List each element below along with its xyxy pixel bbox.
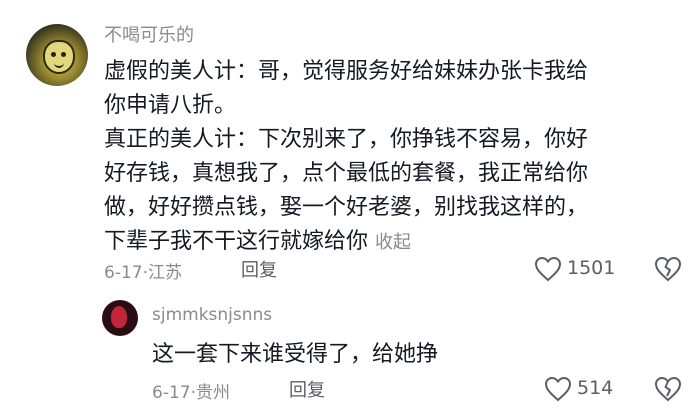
comment-username[interactable]: 不喝可乐的 bbox=[104, 21, 194, 47]
broken-heart-icon bbox=[654, 256, 682, 282]
comment-line: 做，好好攒点钱，娶一个好老婆，别找我这样的， bbox=[104, 195, 589, 220]
comment-line: 虚假的美人计：哥，觉得服务好给妹妹办张卡我给 bbox=[104, 59, 589, 84]
avatar-shape bbox=[111, 306, 127, 328]
heart-icon bbox=[544, 376, 572, 402]
dislike-button[interactable] bbox=[654, 376, 682, 402]
dislike-button[interactable] bbox=[654, 256, 682, 282]
comment-text: 虚假的美人计：哥，觉得服务好给妹妹办张卡我给 你申请八折。 真正的美人计：下次别… bbox=[104, 55, 684, 260]
comment-location: 贵州 bbox=[196, 383, 230, 403]
avatar[interactable] bbox=[102, 300, 138, 336]
comment-date: 6-17 bbox=[104, 263, 143, 283]
avatar-mouth bbox=[54, 61, 64, 68]
broken-heart-icon bbox=[654, 376, 682, 402]
comment-line-text: 下辈子我不干这行就嫁给你 bbox=[104, 229, 369, 254]
avatar-face bbox=[43, 40, 75, 74]
like-button[interactable] bbox=[534, 256, 562, 282]
comment-username[interactable]: sjmmksnjsnns bbox=[152, 305, 272, 325]
avatar-eye bbox=[61, 52, 66, 57]
avatar-eye bbox=[51, 52, 56, 57]
comment-line: 真正的美人计：下次别来了，你挣钱不容易，你好 bbox=[104, 127, 589, 152]
heart-icon bbox=[534, 256, 562, 282]
comment-line: 你申请八折。 bbox=[104, 93, 237, 118]
reply-button[interactable]: 回复 bbox=[289, 376, 325, 402]
comment-meta: 6-17·贵州 bbox=[152, 378, 230, 403]
reply-button[interactable]: 回复 bbox=[241, 256, 277, 282]
comment-line: 下辈子我不干这行就嫁给你 收起 bbox=[104, 225, 684, 260]
comment-date: 6-17 bbox=[152, 383, 191, 403]
like-count: 514 bbox=[577, 377, 614, 399]
like-button[interactable] bbox=[544, 376, 572, 402]
comment-line: 好存钱，真想我了，点个最低的套餐，我正常给你 bbox=[104, 161, 589, 186]
comment-text: 这一套下来谁受得了，给她挣 bbox=[152, 342, 439, 367]
avatar[interactable] bbox=[26, 24, 88, 86]
like-count: 1501 bbox=[567, 257, 616, 279]
comment-meta: 6-17·江苏 bbox=[104, 258, 182, 283]
comment-location: 江苏 bbox=[148, 263, 182, 283]
collapse-button[interactable]: 收起 bbox=[375, 232, 411, 253]
